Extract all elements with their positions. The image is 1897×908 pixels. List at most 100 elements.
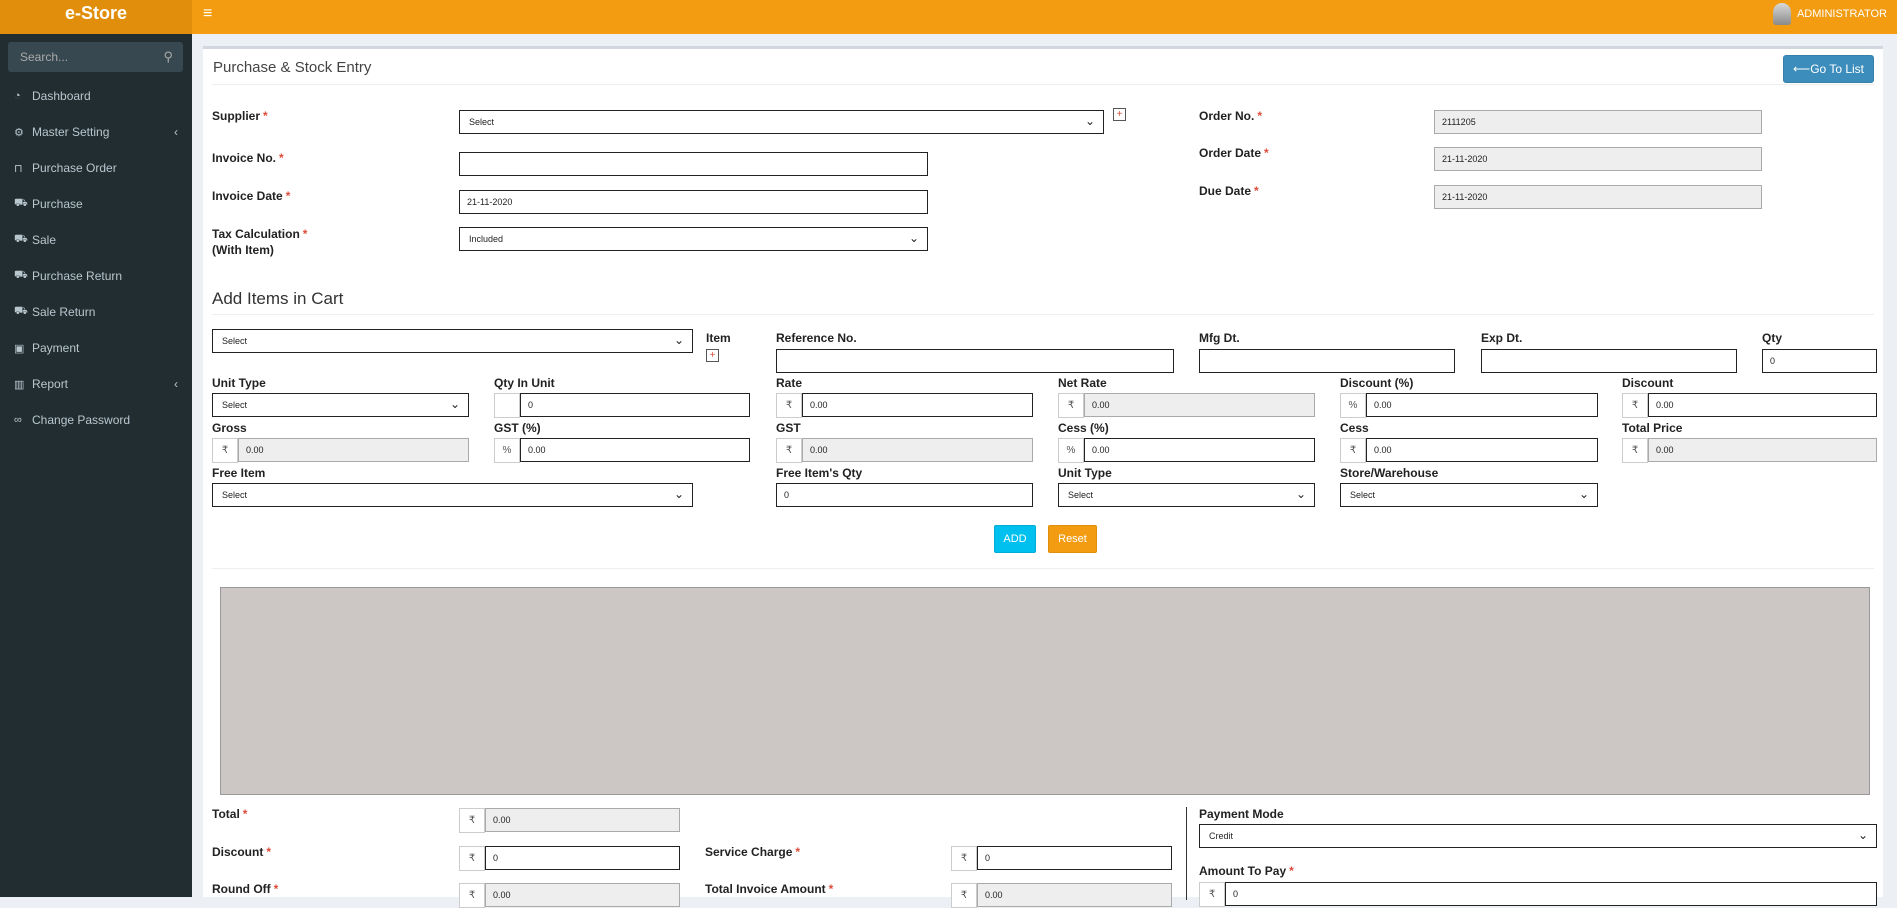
due-date-input: 21-11-2020 — [1434, 185, 1762, 209]
mfg-date-input[interactable] — [1199, 349, 1455, 373]
sidebar-item-purchase[interactable]: ⛟ Purchase — [0, 186, 192, 222]
select-value: Select — [1068, 490, 1094, 500]
free-qty-input[interactable]: 0 — [776, 483, 1033, 507]
sidebar-item-label: Sale Return — [32, 305, 96, 319]
rupee-addon: ₹ — [951, 883, 977, 908]
add-button[interactable]: ADD — [994, 525, 1036, 553]
cess-pct-input[interactable]: 0.00 — [1084, 438, 1315, 462]
required-marker: * — [828, 882, 834, 896]
chevron-down-icon: ⌄ — [673, 333, 684, 347]
rupee-addon: ₹ — [459, 808, 485, 833]
money-icon: ▣ — [14, 342, 25, 355]
add-supplier-button[interactable]: + — [1113, 108, 1126, 121]
exp-date-input[interactable] — [1481, 349, 1737, 373]
unit-type-select[interactable]: Select ⌄ — [212, 393, 469, 417]
sidebar-item-change-password[interactable]: ∞ Change Password — [0, 402, 192, 438]
required-marker: * — [285, 189, 291, 203]
percent-addon: % — [1340, 393, 1366, 418]
store-select[interactable]: Select ⌄ — [1340, 483, 1598, 507]
add-item-button[interactable]: + — [706, 349, 719, 362]
sidebar-item-report[interactable]: ▥ Report ‹ — [0, 366, 192, 402]
store-label: Store/Warehouse — [1340, 466, 1439, 480]
gst-pct-input[interactable]: 0.00 — [520, 438, 750, 462]
tax-calculation-select[interactable]: Included ⌄ — [459, 227, 928, 251]
chevron-left-icon: ‹ — [174, 125, 178, 139]
cart-icon: ⛟ — [14, 197, 28, 209]
discount-total-label: Discount * — [212, 845, 271, 859]
discount-total-input[interactable]: 0 — [485, 846, 680, 870]
chevron-down-icon: ⌄ — [1857, 828, 1868, 842]
unit-type-2-label: Unit Type — [1058, 466, 1112, 480]
label-text: Supplier — [212, 109, 261, 123]
sidebar-item-dashboard[interactable]: ◔ Dashboard — [0, 78, 192, 114]
amount-to-pay-input[interactable]: 0 — [1225, 882, 1877, 906]
label-text: Total — [212, 807, 240, 821]
discount-input[interactable]: 0.00 — [1648, 393, 1877, 417]
net-rate-label: Net Rate — [1058, 376, 1107, 390]
rate-input[interactable]: 0.00 — [802, 393, 1033, 417]
free-item-select[interactable]: Select ⌄ — [212, 483, 693, 507]
cart-items-grid[interactable] — [220, 587, 1870, 795]
qty-in-unit-input[interactable]: 0 — [520, 393, 750, 417]
free-qty-label: Free Item's Qty — [776, 466, 863, 480]
search-icon[interactable]: ⚲ — [163, 49, 173, 65]
go-to-list-button[interactable]: ⟵Go To List — [1782, 55, 1874, 83]
sidebar-item-sale-return[interactable]: ⛟ Sale Return — [0, 294, 192, 330]
divider — [212, 568, 1874, 569]
cart-icon: ⛟ — [14, 233, 28, 245]
supplier-select[interactable]: Select ⌄ — [459, 110, 1104, 134]
cart-icon: ⛟ — [14, 269, 28, 281]
rupee-addon: ₹ — [951, 846, 977, 871]
search-placeholder: Search... — [20, 50, 69, 64]
chevron-down-icon: ⌄ — [908, 231, 919, 245]
discount-pct-label: Discount (%) — [1340, 376, 1414, 390]
required-marker: * — [1254, 184, 1259, 198]
invoice-date-input[interactable]: 21-11-2020 — [459, 190, 928, 214]
label-text: Discount — [212, 845, 264, 859]
rupee-addon: ₹ — [1058, 393, 1084, 418]
gst-label: GST — [776, 421, 801, 435]
amount-to-pay-label: Amount To Pay * — [1199, 864, 1294, 878]
label-text: Order Date — [1199, 146, 1262, 160]
reset-button[interactable]: Reset — [1048, 525, 1097, 553]
cess-input[interactable]: 0.00 — [1366, 438, 1598, 462]
label-text: Amount To Pay — [1199, 864, 1287, 878]
required-marker: * — [273, 882, 279, 896]
avatar — [1772, 3, 1791, 25]
sidebar-nav: ◔ Dashboard ⚙ Master Setting ‹ ⊓ Purchase Or… — [0, 78, 192, 438]
chevron-down-icon: ⌄ — [449, 397, 460, 411]
gst-input: 0.00 — [802, 438, 1033, 462]
service-charge-label: Service Charge * — [705, 845, 800, 859]
app-logo[interactable]: e-Store — [0, 0, 192, 34]
free-item-label: Free Item — [212, 466, 266, 480]
payment-mode-select[interactable]: Credit ⌄ — [1199, 824, 1877, 848]
sidebar-item-label: Master Setting — [32, 125, 110, 139]
sidebar-item-sale[interactable]: ⛟ Sale — [0, 222, 192, 258]
menu-toggle-icon[interactable]: ≡ — [203, 5, 212, 23]
cart-icon: ⛟ — [14, 305, 28, 317]
sidebar-item-purchase-order[interactable]: ⊓ Purchase Order — [0, 150, 192, 186]
round-off-input: 0.00 — [485, 883, 680, 907]
invoice-no-input[interactable] — [459, 152, 928, 176]
reference-no-input[interactable] — [776, 349, 1174, 373]
sidebar-item-master-setting[interactable]: ⚙ Master Setting ‹ — [0, 114, 192, 150]
rupee-addon: ₹ — [776, 393, 802, 418]
service-charge-input[interactable]: 0 — [977, 846, 1172, 870]
discount-pct-input[interactable]: 0.00 — [1366, 393, 1598, 417]
sidebar-item-payment[interactable]: ▣ Payment — [0, 330, 192, 366]
sidebar: Search... ⚲ ◔ Dashboard ⚙ Master Setting ‹ … — [0, 34, 192, 897]
top-navbar: e-Store ≡ ADMINISTRATOR — [0, 0, 1897, 34]
select-value: Select — [469, 117, 495, 127]
search-input[interactable]: Search... ⚲ — [8, 42, 183, 72]
rupee-addon: ₹ — [776, 438, 802, 463]
qty-input[interactable]: 0 — [1762, 349, 1877, 373]
user-menu[interactable]: ADMINISTRATOR — [1772, 3, 1887, 25]
invoice-no-label: Invoice No. * — [212, 151, 284, 165]
chevron-down-icon: ⌄ — [1084, 114, 1095, 128]
item-select[interactable]: Select ⌄ — [212, 329, 693, 353]
sidebar-item-purchase-return[interactable]: ⛟ Purchase Return — [0, 258, 192, 294]
total-invoice-amount-input: 0.00 — [977, 883, 1172, 907]
qty-in-unit-label: Qty In Unit — [494, 376, 555, 390]
select-value: Credit — [1209, 831, 1234, 841]
unit-type-2-select[interactable]: Select ⌄ — [1058, 483, 1315, 507]
